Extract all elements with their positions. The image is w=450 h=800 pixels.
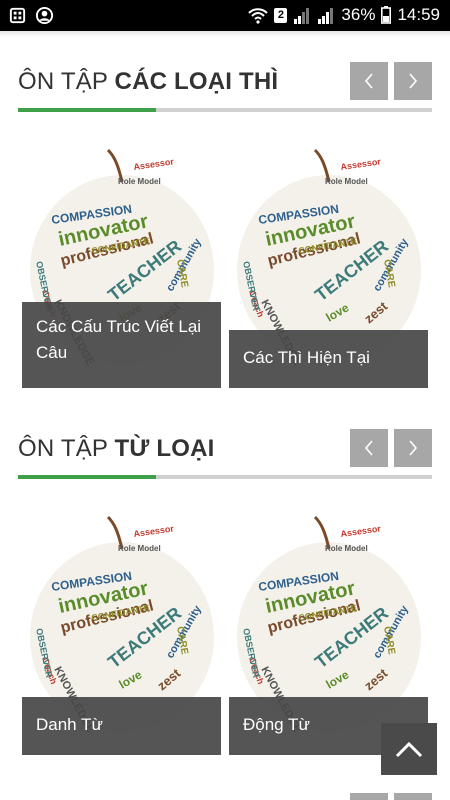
header-shadow [0,31,450,37]
section-header: ÔN TẬP TỪ LOẠI [18,429,432,469]
next-section-prev-button-peek [350,793,388,800]
battery-icon [381,6,392,24]
section-divider-accent [18,475,156,479]
carousel-prev-button[interactable] [350,62,388,100]
battery-percent: 36% [341,5,376,24]
section-title: ÔN TẬP TỪ LOẠI [18,435,215,462]
chevron-up-icon [395,741,423,758]
word-cloud-word: Role Model [118,544,161,553]
clock: 14:59 [397,5,440,24]
card-carousel: Assessor COMPASSION innovator professional C… [22,509,432,759]
word-cloud-word: Role Model [325,544,368,553]
section-divider-accent [18,108,156,112]
post-card-title[interactable]: Các Cấu Trúc Viết Lại Câu [22,302,221,388]
card-carousel: Assessor COMPASSION innovator professional C… [22,142,432,392]
chevron-right-icon [409,440,418,456]
sim-badge: 2 [274,7,288,23]
next-section-next-button-peek [394,793,432,800]
signal-icon [294,7,310,24]
section-title: ÔN TẬP CÁC LOẠI THÌ [18,68,279,95]
post-card-title[interactable]: Danh Từ [22,697,221,755]
section-divider [18,475,432,479]
status-bar: 2 36% 14:59 [0,0,450,31]
section-divider [18,108,432,112]
wifi-icon [248,7,269,24]
carousel-next-button[interactable] [394,429,432,467]
word-cloud-word: Role Model [325,177,368,186]
post-card[interactable]: Assessor COMPASSION innovator professional C… [229,509,428,755]
word-cloud-word: Role Model [118,177,161,186]
chevron-left-icon [364,73,373,89]
post-card[interactable]: Assessor COMPASSION innovator professional C… [229,142,428,388]
carousel-next-button[interactable] [394,62,432,100]
section-header: ÔN TẬP CÁC LOẠI THÌ [18,62,432,102]
signal-icon-2 [318,7,334,24]
scroll-to-top-button[interactable] [381,723,437,775]
account-circle-icon [35,6,54,25]
chevron-left-icon [364,440,373,456]
gallery-icon [9,7,26,24]
post-card-title[interactable]: Các Thì Hiện Tại [229,330,428,388]
post-card[interactable]: Assessor COMPASSION innovator professional C… [22,142,221,388]
chevron-right-icon [409,73,418,89]
post-card[interactable]: Assessor COMPASSION innovator professional C… [22,509,221,755]
carousel-prev-button[interactable] [350,429,388,467]
